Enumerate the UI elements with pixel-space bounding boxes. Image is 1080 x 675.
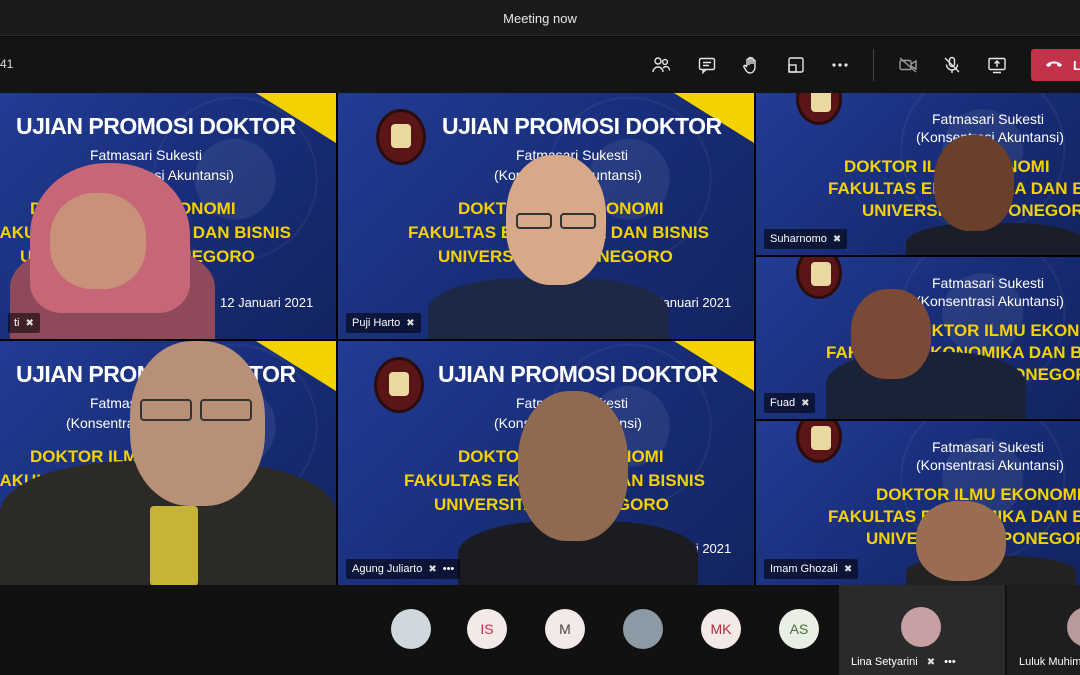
participant-name-tag: Fuad ✖ bbox=[764, 393, 816, 413]
banner-concentration: (Konsentrasi Akuntansi) bbox=[916, 293, 1064, 309]
banner-title: UJIAN PROMOSI DOKTOR bbox=[16, 113, 296, 139]
video-tile-4[interactable]: Fatmasari Sukesti (Konsentrasi Akuntansi… bbox=[756, 257, 1080, 419]
title-bar: Meeting now bbox=[0, 0, 1080, 36]
participant-name-tag: Agung Juliarto ✖ ••• bbox=[346, 559, 461, 579]
university-logo bbox=[796, 93, 842, 125]
participant-avatar[interactable]: AS bbox=[779, 609, 819, 649]
video-stage: UJIAN PROMOSI DOKTOR Fatmasari Sukesti (… bbox=[0, 93, 1080, 585]
participant-avatar[interactable]: IS bbox=[467, 609, 507, 649]
video-tile-6[interactable]: UJIAN PROMOSI DOKTOR Fatmasari Sukesti (… bbox=[338, 341, 754, 585]
banner-title: UJIAN PROMOSI DOKTOR bbox=[438, 361, 718, 387]
leave-button[interactable]: L bbox=[1031, 49, 1080, 81]
participant-avatar[interactable] bbox=[623, 609, 663, 649]
participant-avatar bbox=[901, 607, 941, 647]
chat-icon[interactable] bbox=[694, 52, 720, 78]
banner-concentration: (Konsentrasi Akuntansi) bbox=[916, 457, 1064, 473]
university-logo bbox=[796, 421, 842, 463]
banner-candidate: Fatmasari Sukesti bbox=[932, 439, 1045, 455]
banner-date: 12 Januari 2021 bbox=[220, 295, 314, 310]
share-screen-icon[interactable] bbox=[984, 52, 1010, 78]
more-options-icon[interactable]: ••• bbox=[944, 656, 956, 668]
breakout-rooms-icon[interactable] bbox=[783, 52, 809, 78]
mic-off-icon[interactable] bbox=[939, 52, 965, 78]
meeting-toolbar: 41 L bbox=[0, 37, 1080, 93]
meeting-timer: 41 bbox=[0, 57, 14, 71]
video-tile-2[interactable]: UJIAN PROMOSI DOKTOR Fatmasari Sukesti (… bbox=[338, 93, 754, 339]
camera-off-icon[interactable] bbox=[895, 52, 921, 78]
participant-name-tag: Luluk Muhim bbox=[1019, 656, 1080, 668]
participant-avatar[interactable] bbox=[391, 609, 431, 649]
participant-tray: IS M MK AS Lina Setyarini ✖ ••• Luluk Mu… bbox=[0, 585, 1080, 675]
banner-program-1: DOKTOR ILMU EKONOMI bbox=[906, 321, 1080, 340]
self-view-tile[interactable]: Lina Setyarini ✖ ••• bbox=[839, 585, 1005, 675]
participant-avatar bbox=[1067, 607, 1080, 647]
participant-avatar[interactable]: MK bbox=[701, 609, 741, 649]
video-tile-7[interactable]: Fatmasari Sukesti (Konsentrasi Akuntansi… bbox=[756, 421, 1080, 585]
video-tile-3[interactable]: Fatmasari Sukesti (Konsentrasi Akuntansi… bbox=[756, 93, 1080, 255]
participants-icon[interactable] bbox=[648, 52, 674, 78]
banner-candidate: Fatmasari Sukesti bbox=[932, 111, 1045, 127]
pin-icon: ✖ bbox=[428, 563, 437, 575]
pin-icon: ✖ bbox=[832, 233, 842, 245]
pin-icon: ✖ bbox=[406, 317, 415, 329]
university-logo bbox=[796, 257, 842, 299]
hang-up-icon bbox=[1046, 61, 1062, 67]
university-logo bbox=[376, 109, 426, 165]
more-actions-icon[interactable] bbox=[827, 52, 853, 78]
pin-icon: ✖ bbox=[843, 563, 853, 575]
participant-tile[interactable]: Luluk Muhim bbox=[1007, 585, 1080, 675]
more-options-icon[interactable]: ••• bbox=[443, 563, 455, 575]
participant-name-tag: Lina Setyarini ✖ ••• bbox=[851, 656, 956, 668]
banner-candidate: Fatmasari Sukesti bbox=[932, 275, 1045, 291]
raise-hand-icon[interactable] bbox=[738, 52, 764, 78]
video-tile-5[interactable]: UJIAN PROMOSI DOKTOR Fatmasari Sukesti (… bbox=[0, 341, 336, 585]
participant-avatar[interactable]: M bbox=[545, 609, 585, 649]
pin-icon: ✖ bbox=[25, 317, 34, 329]
participant-name-tag: Imam Ghozali ✖ bbox=[764, 559, 859, 579]
university-logo bbox=[374, 357, 424, 413]
video-tile-1[interactable]: UJIAN PROMOSI DOKTOR Fatmasari Sukesti (… bbox=[0, 93, 336, 339]
toolbar-separator bbox=[873, 49, 874, 81]
pin-icon: ✖ bbox=[801, 397, 810, 409]
banner-candidate: Fatmasari Sukesti bbox=[90, 147, 203, 163]
meeting-title: Meeting now bbox=[503, 11, 577, 26]
participant-name-tag: Puji Harto ✖ bbox=[346, 313, 421, 333]
mic-off-icon: ✖ bbox=[926, 657, 936, 668]
participant-name-tag: Suharnomo ✖ bbox=[764, 229, 848, 249]
banner-title: UJIAN PROMOSI DOKTOR bbox=[442, 113, 722, 139]
participant-name-tag: ti ✖ bbox=[8, 313, 40, 333]
